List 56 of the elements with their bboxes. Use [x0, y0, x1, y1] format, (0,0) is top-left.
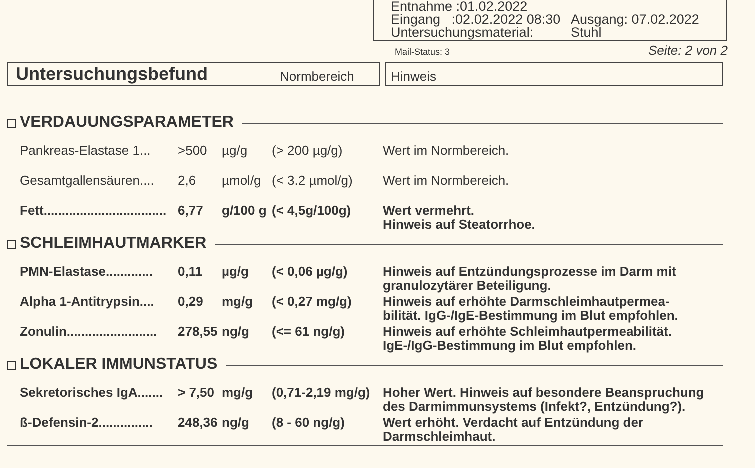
parameter-name: Sekretorisches IgA....... — [20, 386, 164, 402]
comment-text: Wert im Normbereich. — [383, 144, 510, 160]
parameter-name: PMN-Elastase............. — [20, 265, 154, 281]
comment-text: Hinweis auf Entzündungsprozesse im Darm mit granulozytärer Beteiligung. — [383, 265, 678, 295]
parameter-name: Gesamtgallensäuren.... — [20, 174, 156, 190]
comment-text: Hinweis auf erhöhte Darmschleimhautpermea- bilität. IgG-/IgE-Bestimmung im Blut empfohlen. — [383, 295, 680, 325]
info-text: Entnahme :01.02.2022 — [391, 0, 529, 13]
result-value: 0,29 — [178, 295, 204, 311]
reference-range: (0,71-2,19 mg/g) — [272, 386, 372, 402]
result-value: > 7,50 — [178, 386, 216, 402]
reference-range: (< 4,5g/100g) — [272, 204, 352, 220]
reference-range: (< 0,06 µg/g) — [272, 265, 349, 281]
unit: g/100 g — [222, 204, 268, 220]
result-value: 278,55 — [178, 325, 219, 341]
unit: ng/g — [222, 416, 250, 432]
info-text: Stuhl — [571, 26, 602, 39]
result-value: 6,77 — [178, 204, 204, 220]
reference-range: (< 3.2 µmol/g) — [272, 174, 354, 190]
parameter-name: ß-Defensin-2............... — [20, 416, 154, 432]
unit: mg/g — [222, 295, 254, 311]
unit: µmol/g — [222, 174, 262, 190]
reference-range: (< 0,27 mg/g) — [272, 295, 353, 311]
reference-range: (> 200 µg/g) — [272, 144, 344, 160]
result-value: 2,6 — [178, 174, 198, 190]
column-heading: Hinweis — [390, 68, 436, 84]
unit: ng/g — [222, 325, 250, 341]
square-icon — [7, 118, 16, 128]
reference-range: (8 - 60 ng/g) — [272, 416, 346, 432]
comment-text: Hinweis auf erhöhte Schleimhautpermeabilität. IgE-/IgG-Bestimmung im Blut empfohlen. — [383, 325, 673, 355]
info-text: Untersuchungsmaterial: — [391, 26, 535, 39]
parameter-name: Pankreas-Elastase 1... — [20, 144, 152, 160]
section-title: SCHLEIMHAUTMARKER — [20, 235, 207, 253]
square-icon — [7, 240, 16, 248]
unit: µg/g — [222, 144, 249, 160]
parameter-name: Alpha 1-Antitrypsin.... — [20, 295, 156, 311]
comment-text: Wert erhöht. Verdacht auf Entzündung der Darmschleimhaut. — [383, 416, 644, 446]
square-icon — [7, 360, 16, 370]
column-heading: Normbereich — [280, 68, 354, 84]
reference-range: (<= 61 ng/g) — [272, 325, 346, 341]
parameter-name: Fett.................................. — [20, 204, 168, 220]
section-title: LOKALER IMMUNSTATUS — [20, 356, 218, 374]
unit: mg/g — [222, 386, 254, 402]
result-value: 248,36 — [178, 416, 219, 432]
page-number: Seite: 2 von 2 — [648, 43, 728, 58]
mail-status: Mail-Status: 3 — [395, 47, 450, 57]
comment-text: Wert vermehrt. Hinweis auf Steatorrhoe. — [383, 204, 536, 234]
result-value: >500 — [178, 144, 208, 160]
comment-text: Hoher Wert. Hinweis auf besondere Beanspruchung des Darmimmunsystems (Infekt?, Entzündung?). — [383, 386, 706, 416]
comment-text: Wert im Normbereich. — [383, 174, 510, 190]
report-title: Untersuchungsbefund — [16, 64, 209, 84]
parameter-name: Zonulin......................... — [20, 325, 158, 341]
result-value: 0,11 — [178, 265, 204, 281]
section-title: VERDAUUNGSPARAMETER — [20, 114, 234, 132]
info-text: Ausgang: 07.02.2022 — [571, 13, 700, 26]
unit: µg/g — [222, 265, 250, 281]
info-text: Eingang :02.02.2022 08:30 — [391, 13, 562, 26]
